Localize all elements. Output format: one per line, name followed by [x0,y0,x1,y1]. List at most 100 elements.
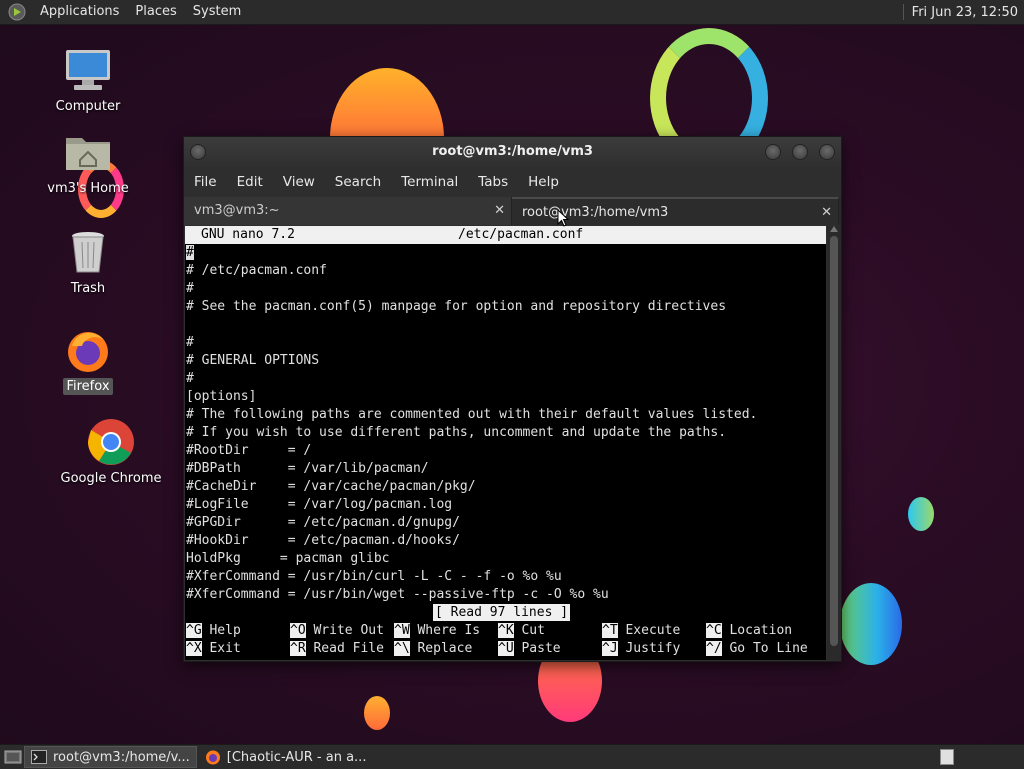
menu-edit[interactable]: Edit [227,174,273,190]
editor-line: HoldPkg = pacman glibc [186,551,390,566]
nano-status-message: [ Read 97 lines ] [433,604,571,621]
desktop-icon-trash[interactable]: Trash [33,228,143,297]
editor-line: #LogFile = /var/log/pacman.log [186,497,453,512]
shortcut-justify[interactable]: ^J Justify [602,640,680,658]
shortcut-label: Paste [521,641,561,656]
editor-line: #XferCommand = /usr/bin/wget --passive-f… [186,587,609,602]
shortcut-go-to-line[interactable]: ^/ Go To Line [706,640,808,658]
top-panel: Applications Places System Fri Jun 23, 1… [0,0,1024,25]
tab-label: vm3@vm3:~ [194,203,280,218]
distro-logo-icon[interactable] [8,3,26,21]
window-title: root@vm3:/home/vm3 [432,144,593,159]
mouse-pointer-icon [557,209,569,227]
shortcut-key: ^G [186,623,202,638]
menu-view[interactable]: View [273,174,325,190]
scrollbar-thumb[interactable] [830,236,838,646]
desktop-icon-firefox[interactable]: Firefox [33,326,143,395]
close-icon[interactable]: ✕ [821,199,832,227]
editor-line: # /etc/pacman.conf [186,263,327,278]
desktop-icon-computer[interactable]: Computer [33,46,143,115]
menu-file[interactable]: File [184,174,227,190]
editor-line: #GPGDir = /etc/pacman.d/gnupg/ [186,515,460,530]
terminal-scrollbar[interactable] [827,226,841,660]
menu-places[interactable]: Places [127,0,184,24]
editor-line: # [186,371,194,386]
editor-line: #HookDir = /etc/pacman.d/hooks/ [186,533,460,548]
taskbar-item-firefox[interactable]: [Chaotic-AUR - an a... [199,746,373,768]
maximize-button[interactable] [792,144,808,160]
shortcut-read-file[interactable]: ^R Read File [290,640,384,658]
nano-filename: /etc/pacman.conf [458,227,584,242]
tab-vm3-home[interactable]: vm3@vm3:~ ✕ [184,197,512,225]
shortcut-label: Write Out [313,623,384,638]
terminal-icon [31,750,47,764]
shortcut-execute[interactable]: ^T Execute [602,622,680,640]
terminal-menubar: File Edit View Search Terminal Tabs Help [184,167,841,197]
editor-line: #RootDir = / [186,443,312,458]
desktop-icon-label: Firefox [63,378,113,395]
close-icon[interactable]: ✕ [494,197,505,225]
close-window-button[interactable] [819,144,835,160]
menu-system[interactable]: System [185,0,249,24]
desktop-icon-label: Trash [70,281,106,296]
shortcut-key: ^C [706,623,722,638]
shortcut-key: ^O [290,623,306,638]
shortcut-key: ^\ [394,641,410,656]
bottom-panel: root@vm3:/home/v... [Chaotic-AUR - an a.… [0,744,1024,769]
editor-line: # [186,281,194,296]
menu-tabs[interactable]: Tabs [468,174,518,190]
firefox-icon [205,750,220,765]
nano-titlebar: GNU nano 7.2 /etc/pacman.conf [185,226,826,244]
shortcut-key: ^W [394,623,410,638]
trash-icon [64,228,112,276]
desktop-icon-chrome[interactable]: Google Chrome [56,418,166,487]
shortcut-replace[interactable]: ^\ Replace [394,640,472,658]
shortcut-label: Execute [625,623,681,638]
desktop-icon-label: vm3's Home [47,181,129,196]
clock[interactable]: Fri Jun 23, 12:50 [912,5,1024,20]
taskbar-item-terminal[interactable]: root@vm3:/home/v... [24,746,197,768]
window-menu-button[interactable] [190,144,206,160]
show-desktop-icon[interactable] [4,749,22,765]
shortcut-label: Location [729,623,793,638]
firefox-icon [64,326,112,374]
taskbar-item-label: [Chaotic-AUR - an a... [226,749,367,765]
text-cursor: # [186,245,194,260]
panel-separator [902,4,904,20]
desktop-icon-home[interactable]: vm3's Home [33,128,143,197]
wallpaper-shape [908,497,934,531]
menu-terminal[interactable]: Terminal [391,174,468,190]
workspace-switcher-icon[interactable] [940,749,954,765]
shortcut-location[interactable]: ^C Location [706,622,792,640]
minimize-button[interactable] [765,144,781,160]
editor-line: #DBPath = /var/lib/pacman/ [186,461,429,476]
menu-applications[interactable]: Applications [32,0,127,24]
terminal-content[interactable]: GNU nano 7.2 /etc/pacman.conf # # /etc/p… [185,226,826,660]
editor-line: #CacheDir = /var/cache/pacman/pkg/ [186,479,476,494]
editor-line: # If you wish to use different paths, un… [186,425,727,440]
terminal-window[interactable]: root@vm3:/home/vm3 File Edit View Search… [183,136,842,662]
shortcut-key: ^/ [706,641,722,656]
editor-line: # [186,244,194,262]
shortcut-label: Replace [417,641,473,656]
shortcut-key: ^R [290,641,306,656]
shortcut-write-out[interactable]: ^O Write Out [290,622,384,640]
taskbar-item-label: root@vm3:/home/v... [53,749,190,765]
shortcut-cut[interactable]: ^K Cut [498,622,545,640]
shortcut-key: ^T [602,623,618,638]
shortcut-help[interactable]: ^G Help [186,622,241,640]
desktop-icon-label: Google Chrome [60,471,162,486]
editor-line: # The following paths are commented out … [186,407,758,422]
menu-search[interactable]: Search [325,174,391,190]
window-titlebar[interactable]: root@vm3:/home/vm3 [184,137,841,167]
scroll-up-icon[interactable] [830,226,838,232]
shortcut-key: ^J [602,641,618,656]
wallpaper-shape [840,583,902,665]
shortcut-exit[interactable]: ^X Exit [186,640,241,658]
shortcut-where-is[interactable]: ^W Where Is [394,622,480,640]
editor-line: # [186,335,194,350]
chrome-icon [87,418,135,466]
editor-line: # See the pacman.conf(5) manpage for opt… [186,299,727,314]
menu-help[interactable]: Help [518,174,569,190]
shortcut-paste[interactable]: ^U Paste [498,640,561,658]
